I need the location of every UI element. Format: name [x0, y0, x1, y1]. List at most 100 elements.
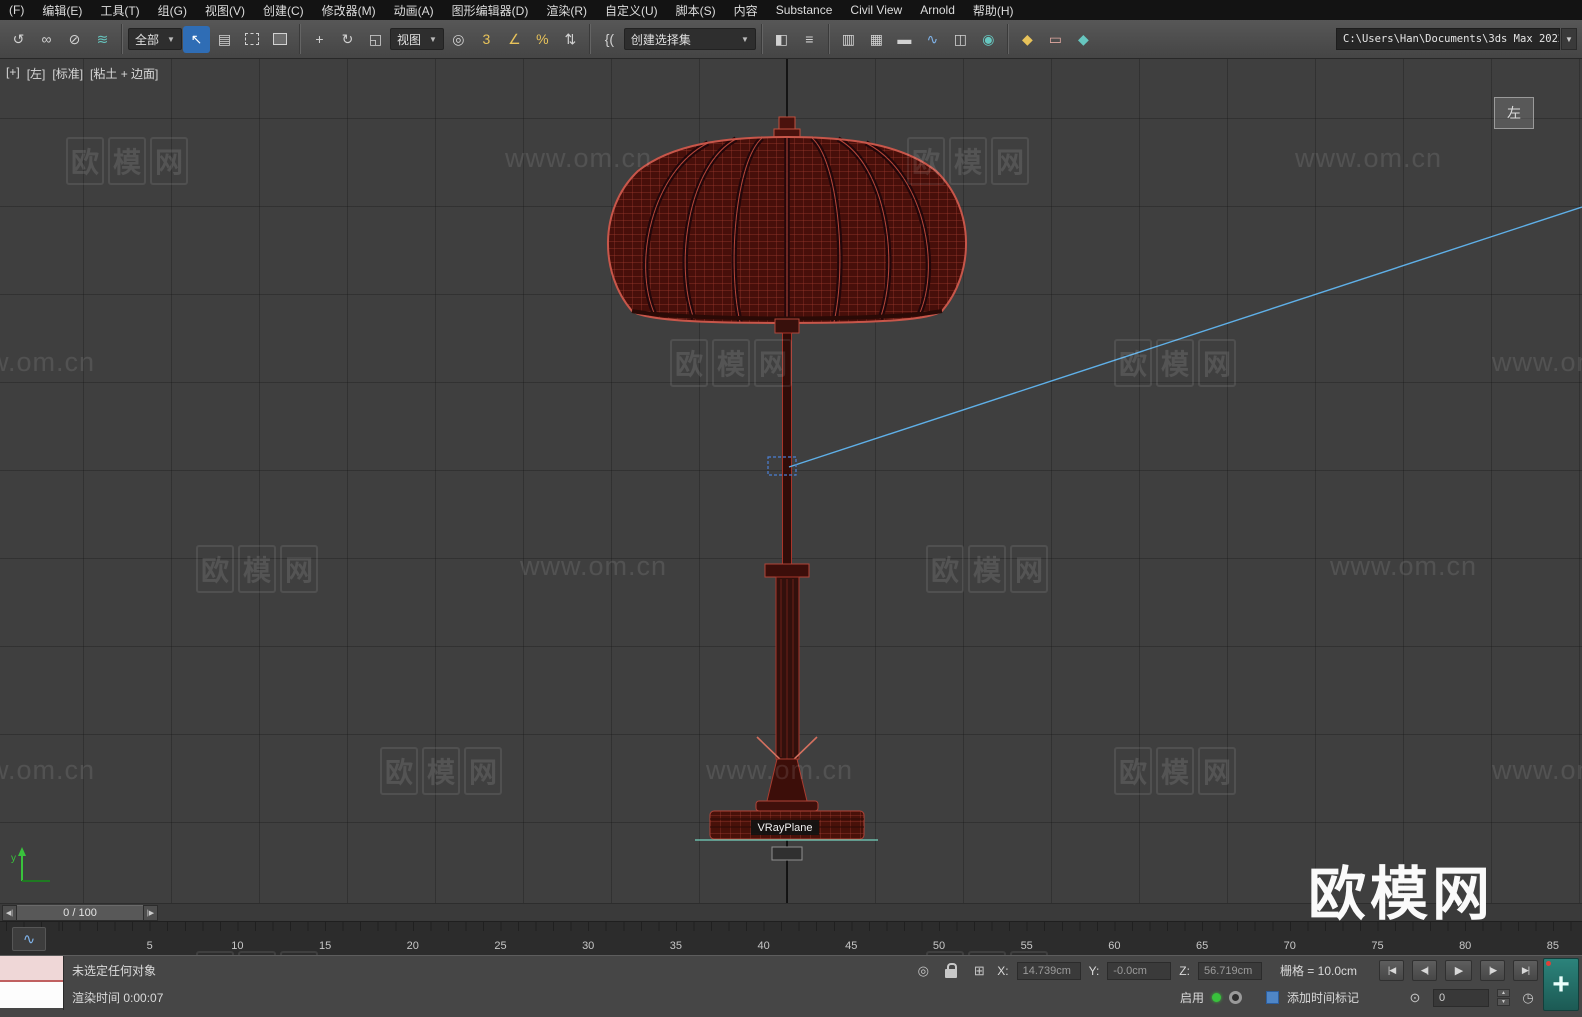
- next-frame-arrow[interactable]: |▶: [143, 905, 158, 921]
- toolbar-separator: [1006, 24, 1009, 54]
- toolbar-separator: [588, 24, 591, 54]
- time-tag-cube-icon: [1265, 991, 1279, 1004]
- toggle-scene-explorer-icon[interactable]: ▥: [835, 26, 862, 53]
- x-coordinate-field[interactable]: 14.739cm: [1016, 961, 1081, 980]
- toggle-layer-explorer-icon[interactable]: ▦: [863, 26, 890, 53]
- enabled-indicator[interactable]: [1211, 993, 1221, 1002]
- selection-filter-dropdown[interactable]: 全部 ▼: [128, 28, 182, 50]
- timeline-tick-label: 80: [1459, 940, 1472, 952]
- mini-listener-script-row[interactable]: [0, 982, 63, 1008]
- schematic-view-icon[interactable]: ◫: [947, 26, 974, 53]
- transform-typein-mode-icon[interactable]: ⊞: [969, 961, 989, 981]
- undo-icon[interactable]: ↺: [5, 26, 32, 53]
- menu-item[interactable]: 编辑(E): [33, 0, 91, 20]
- select-and-rotate-icon[interactable]: ↻: [334, 26, 361, 53]
- timeline-tick-label: 5: [146, 940, 153, 952]
- current-frame-field[interactable]: 0: [1433, 988, 1489, 1007]
- viewcube[interactable]: 左: [1494, 97, 1534, 129]
- dashed-box-icon: [245, 33, 260, 45]
- project-folder-field[interactable]: C:\Users\Han\Documents\3ds Max 2022: [1336, 28, 1560, 50]
- z-coordinate-field[interactable]: 56.719cm: [1197, 961, 1262, 980]
- mirror-icon[interactable]: ◧: [768, 26, 795, 53]
- render-production-icon[interactable]: ◆: [1070, 26, 1097, 53]
- use-pivot-center-icon[interactable]: ◎: [445, 26, 472, 53]
- viewport-label-segment[interactable]: [左]: [27, 65, 46, 82]
- play-button[interactable]: ▶: [1445, 960, 1472, 981]
- select-and-scale-icon[interactable]: ◱: [362, 26, 389, 53]
- mini-curve-editor-button[interactable]: ∿: [12, 927, 46, 951]
- add-time-tag-label[interactable]: 添加时间标记: [1287, 989, 1359, 1006]
- toolbar-separator: [760, 24, 763, 54]
- spinner-snap-icon[interactable]: ⇅: [557, 26, 584, 53]
- toggle-ribbon-icon[interactable]: ▬: [891, 26, 918, 53]
- plus-button[interactable]: +: [1543, 958, 1579, 1011]
- toolbar-separator: [827, 24, 830, 54]
- align-icon[interactable]: ≡: [796, 26, 823, 53]
- select-and-move-icon[interactable]: +: [306, 26, 333, 53]
- edit-named-selection-sets-icon[interactable]: {(: [596, 26, 623, 53]
- time-configuration-icon[interactable]: ◷: [1518, 988, 1538, 1008]
- go-to-start-button[interactable]: |◀: [1379, 960, 1404, 981]
- menu-item[interactable]: 图形编辑器(D): [443, 0, 538, 20]
- frame-spinner[interactable]: ▲ ▼: [1497, 989, 1510, 1006]
- menu-item[interactable]: Arnold: [911, 0, 964, 20]
- previous-frame-arrow[interactable]: ◀|: [2, 905, 17, 921]
- menu-item[interactable]: 组(G): [149, 0, 196, 20]
- spinner-down-icon[interactable]: ▼: [1497, 998, 1510, 1006]
- select-object-icon[interactable]: ↖: [182, 25, 210, 53]
- axis-tripod: y: [11, 847, 50, 882]
- y-coordinate-field[interactable]: -0.0cm: [1107, 961, 1172, 980]
- mute-toggle-icon[interactable]: [1228, 991, 1242, 1004]
- menu-item[interactable]: 脚本(S): [667, 0, 725, 20]
- angle-snap-icon[interactable]: ∠: [501, 26, 528, 53]
- menu-item[interactable]: Civil View: [841, 0, 911, 20]
- isolate-selection-icon[interactable]: ◎: [913, 961, 933, 981]
- timeline-tick-label: 85: [1546, 940, 1560, 952]
- render-setup-icon[interactable]: ◆: [1014, 26, 1041, 53]
- time-slider-handle[interactable]: ◀| 0 / 100 |▶: [2, 905, 158, 921]
- menu-item[interactable]: 创建(C): [254, 0, 313, 20]
- viewport-label-segment[interactable]: [标准]: [52, 65, 83, 82]
- selection-lock-icon[interactable]: [941, 961, 961, 981]
- menu-item[interactable]: 工具(T): [91, 0, 148, 20]
- z-label: Z:: [1179, 963, 1190, 978]
- time-slider-value[interactable]: 0 / 100: [17, 905, 143, 921]
- window-crossing-icon[interactable]: [267, 26, 294, 53]
- snap-toggle-3d-icon[interactable]: 3: [473, 26, 500, 53]
- curve-editor-icon[interactable]: ∿: [919, 26, 946, 53]
- menu-item[interactable]: 内容: [725, 0, 767, 20]
- menu-item[interactable]: 渲染(R): [537, 0, 596, 20]
- select-by-name-icon[interactable]: ▤: [211, 26, 238, 53]
- menu-item[interactable]: 视图(V): [196, 0, 254, 20]
- object-name-label: VRayPlane: [751, 820, 819, 835]
- menu-item[interactable]: Substance: [767, 0, 842, 20]
- timeline-tick-label: 40: [757, 940, 770, 952]
- go-to-end-button[interactable]: ▶|: [1513, 960, 1538, 981]
- menu-item[interactable]: 自定义(U): [596, 0, 667, 20]
- spinner-up-icon[interactable]: ▲: [1497, 989, 1510, 997]
- viewport-label-segment[interactable]: [+]: [6, 65, 20, 82]
- reference-coordinate-dropdown[interactable]: 视图 ▼: [389, 28, 444, 50]
- next-frame-button[interactable]: |▶: [1480, 960, 1505, 981]
- project-folder-dropdown[interactable]: ▼: [1561, 28, 1577, 50]
- key-mode-toggle-icon[interactable]: ⊙: [1405, 988, 1425, 1008]
- bind-to-space-warp-icon[interactable]: ≋: [89, 26, 116, 53]
- percent-snap-icon[interactable]: %: [529, 26, 556, 53]
- menu-item[interactable]: (F): [0, 0, 33, 20]
- named-selection-sets-dropdown[interactable]: 创建选择集 ▼: [623, 28, 756, 50]
- rectangular-selection-region-icon[interactable]: [239, 26, 266, 53]
- previous-frame-button[interactable]: ◀|: [1412, 960, 1437, 981]
- unlink-selection-icon[interactable]: ⊘: [61, 26, 88, 53]
- rendered-frame-window-icon[interactable]: ▭: [1042, 26, 1069, 53]
- maxscript-mini-listener[interactable]: [0, 956, 64, 1010]
- viewport[interactable]: [+] [左] [标准] [粘土 + 边面] 左 VRayPlane y: [0, 59, 1582, 903]
- menu-item[interactable]: 动画(A): [385, 0, 443, 20]
- timeline-tick-label: 55: [1020, 940, 1033, 952]
- menu-item[interactable]: 帮助(H): [964, 0, 1023, 20]
- menu-item[interactable]: 修改器(M): [313, 0, 385, 20]
- mini-listener-macro-row[interactable]: [0, 956, 63, 982]
- lamp-model[interactable]: [560, 59, 1020, 903]
- viewport-label-segment[interactable]: [粘土 + 边面]: [90, 65, 158, 82]
- material-editor-icon[interactable]: ◉: [975, 26, 1002, 53]
- select-and-link-icon[interactable]: ∞: [33, 26, 60, 53]
